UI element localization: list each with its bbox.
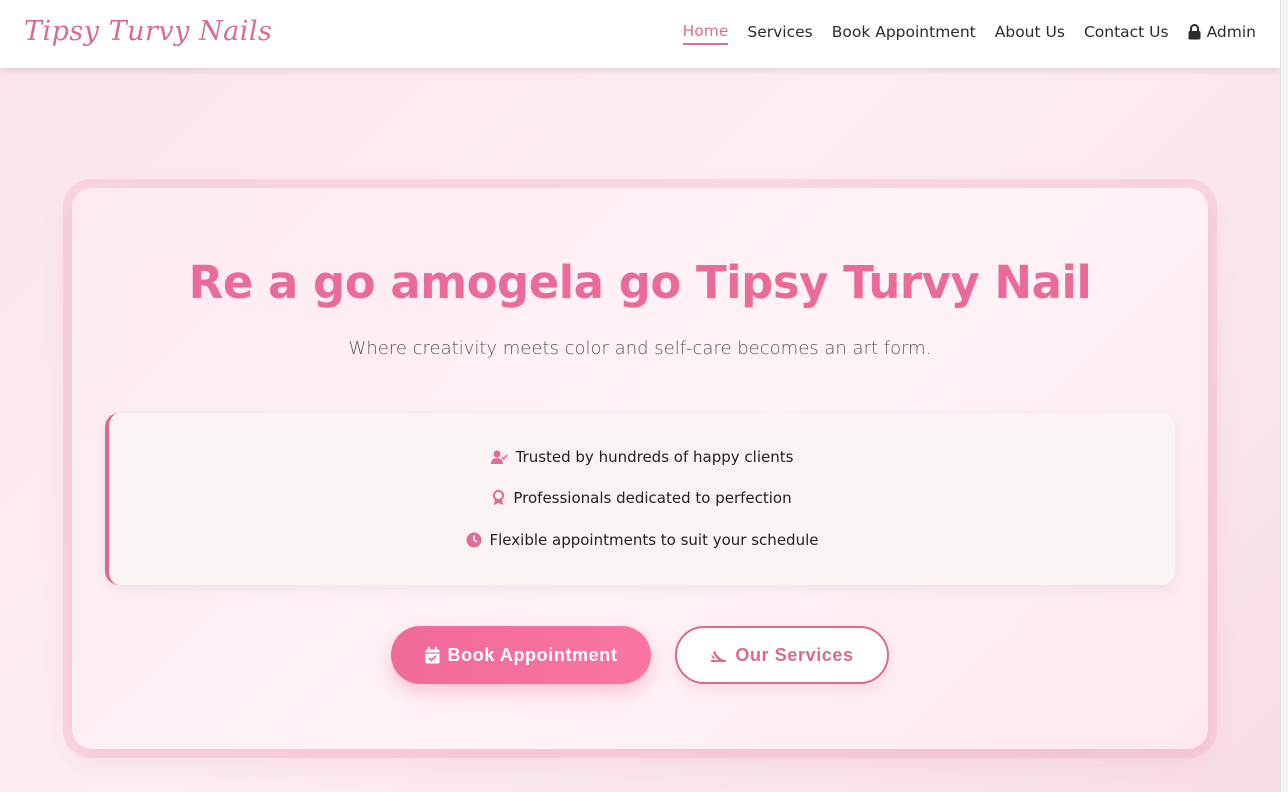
feature-text: Professionals dedicated to perfection: [513, 489, 792, 507]
nav-links: Home Services Book Appointment About Us …: [682, 20, 1256, 45]
nav-admin-label: Admin: [1206, 23, 1256, 41]
feature-text: Trusted by hundreds of happy clients: [515, 448, 794, 466]
feature-professionals: Professionals dedicated to perfection: [109, 489, 1175, 507]
our-services-label: Our Services: [735, 644, 854, 665]
book-appointment-button[interactable]: Book Appointment: [391, 626, 651, 684]
nail-polish-icon: [711, 650, 727, 662]
hero-subtitle: Where creativity meets color and self-ca…: [348, 338, 932, 359]
brand-logo[interactable]: Tipsy Turvy Nails: [24, 16, 272, 47]
nav-admin[interactable]: Admin: [1188, 21, 1256, 44]
award-icon: [493, 490, 505, 505]
book-appointment-label: Book Appointment: [447, 644, 618, 665]
nav-services[interactable]: Services: [747, 21, 812, 44]
nav-home[interactable]: Home: [682, 20, 729, 45]
navbar: Tipsy Turvy Nails Home Services Book App…: [0, 0, 1280, 68]
nav-book-appointment[interactable]: Book Appointment: [832, 21, 976, 44]
feature-flexible: Flexible appointments to suit your sched…: [109, 531, 1175, 549]
lock-icon: [1188, 24, 1201, 40]
hero-title: Re a go amogela go Tipsy Turvy Nail: [188, 256, 1092, 309]
clock-icon: [466, 532, 482, 548]
user-check-icon: [490, 450, 508, 464]
feature-text: Flexible appointments to suit your sched…: [489, 531, 819, 549]
nav-about-us[interactable]: About Us: [995, 21, 1065, 44]
features-box: Trusted by hundreds of happy clients Pro…: [105, 413, 1175, 585]
hero-card: Re a go amogela go Tipsy Turvy Nail Wher…: [72, 188, 1208, 749]
our-services-button[interactable]: Our Services: [675, 626, 889, 684]
page-scrollbar[interactable]: [1280, 0, 1288, 792]
calendar-check-icon: [425, 646, 440, 663]
feature-trusted: Trusted by hundreds of happy clients: [109, 448, 1175, 466]
nav-contact-us[interactable]: Contact Us: [1084, 21, 1169, 44]
